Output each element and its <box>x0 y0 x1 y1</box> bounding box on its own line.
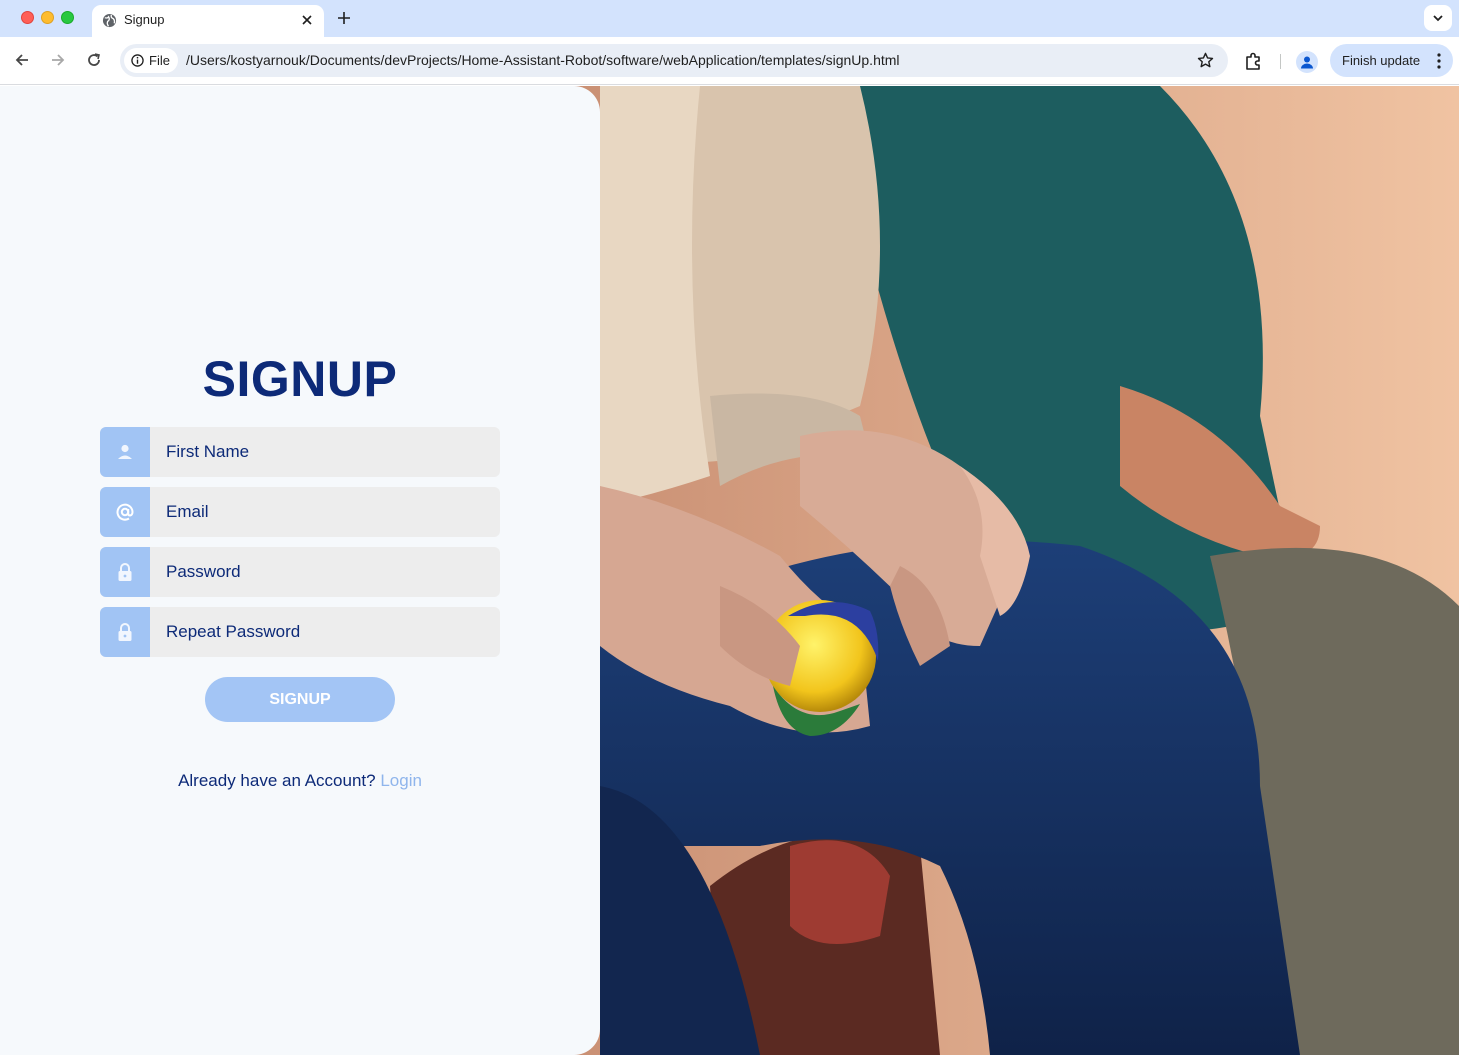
info-icon <box>131 54 144 67</box>
close-window-icon[interactable] <box>21 11 34 24</box>
page-title: SIGNUP <box>202 351 398 407</box>
tab-search-chevron-icon[interactable] <box>1424 5 1452 31</box>
repeat-password-field[interactable]: Repeat Password <box>100 607 500 657</box>
minimize-window-icon[interactable] <box>41 11 54 24</box>
finish-update-button[interactable]: Finish update <box>1330 44 1453 77</box>
bookmark-star-icon[interactable] <box>1197 52 1214 69</box>
page-viewport: SIGNUP First Name Email Password Repeat … <box>0 86 1459 1055</box>
reload-icon[interactable] <box>83 49 105 71</box>
password-field[interactable]: Password <box>100 547 500 597</box>
new-tab-icon[interactable] <box>334 8 354 28</box>
background-photo <box>560 86 1459 1055</box>
at-icon <box>100 487 150 537</box>
site-info-chip[interactable]: File <box>124 48 178 73</box>
extensions-puzzle-icon[interactable] <box>1244 51 1264 71</box>
signup-panel: SIGNUP First Name Email Password Repeat … <box>0 86 600 1055</box>
forward-arrow-icon[interactable] <box>47 49 69 71</box>
photo-elderly-hands-holding-ball-icon <box>560 86 1459 1055</box>
email-field[interactable]: Email <box>100 487 500 537</box>
toolbar-divider <box>1280 54 1281 69</box>
login-prompt-text: Already have an Account? <box>178 771 376 790</box>
lock-icon <box>100 607 150 657</box>
login-link[interactable]: Login <box>380 771 422 790</box>
site-info-label: File <box>149 53 170 68</box>
browser-toolbar: File /Users/kostyarnouk/Documents/devPro… <box>0 37 1459 85</box>
tab-signup[interactable]: Signup <box>92 5 324 37</box>
tab-bar: Signup <box>0 0 1459 37</box>
login-prompt-line: Already have an Account? Login <box>0 771 600 791</box>
first-name-placeholder: First Name <box>166 442 250 461</box>
close-tab-icon[interactable] <box>298 11 316 29</box>
maximize-window-icon[interactable] <box>61 11 74 24</box>
finish-update-label: Finish update <box>1342 53 1421 68</box>
lock-icon <box>100 547 150 597</box>
email-placeholder: Email <box>166 502 209 521</box>
url-text[interactable]: /Users/kostyarnouk/Documents/devProjects… <box>186 52 900 68</box>
address-bar[interactable]: File /Users/kostyarnouk/Documents/devPro… <box>120 44 1228 77</box>
profile-avatar-icon[interactable] <box>1296 51 1318 73</box>
first-name-field[interactable]: First Name <box>100 427 500 477</box>
back-arrow-icon[interactable] <box>11 49 33 71</box>
kebab-menu-icon[interactable] <box>1437 53 1441 69</box>
password-placeholder: Password <box>166 562 241 581</box>
tab-title: Signup <box>124 12 165 27</box>
signup-button[interactable]: SIGNUP <box>205 677 395 722</box>
globe-icon <box>102 13 117 28</box>
repeat-password-placeholder: Repeat Password <box>166 622 301 641</box>
user-icon <box>100 427 150 477</box>
